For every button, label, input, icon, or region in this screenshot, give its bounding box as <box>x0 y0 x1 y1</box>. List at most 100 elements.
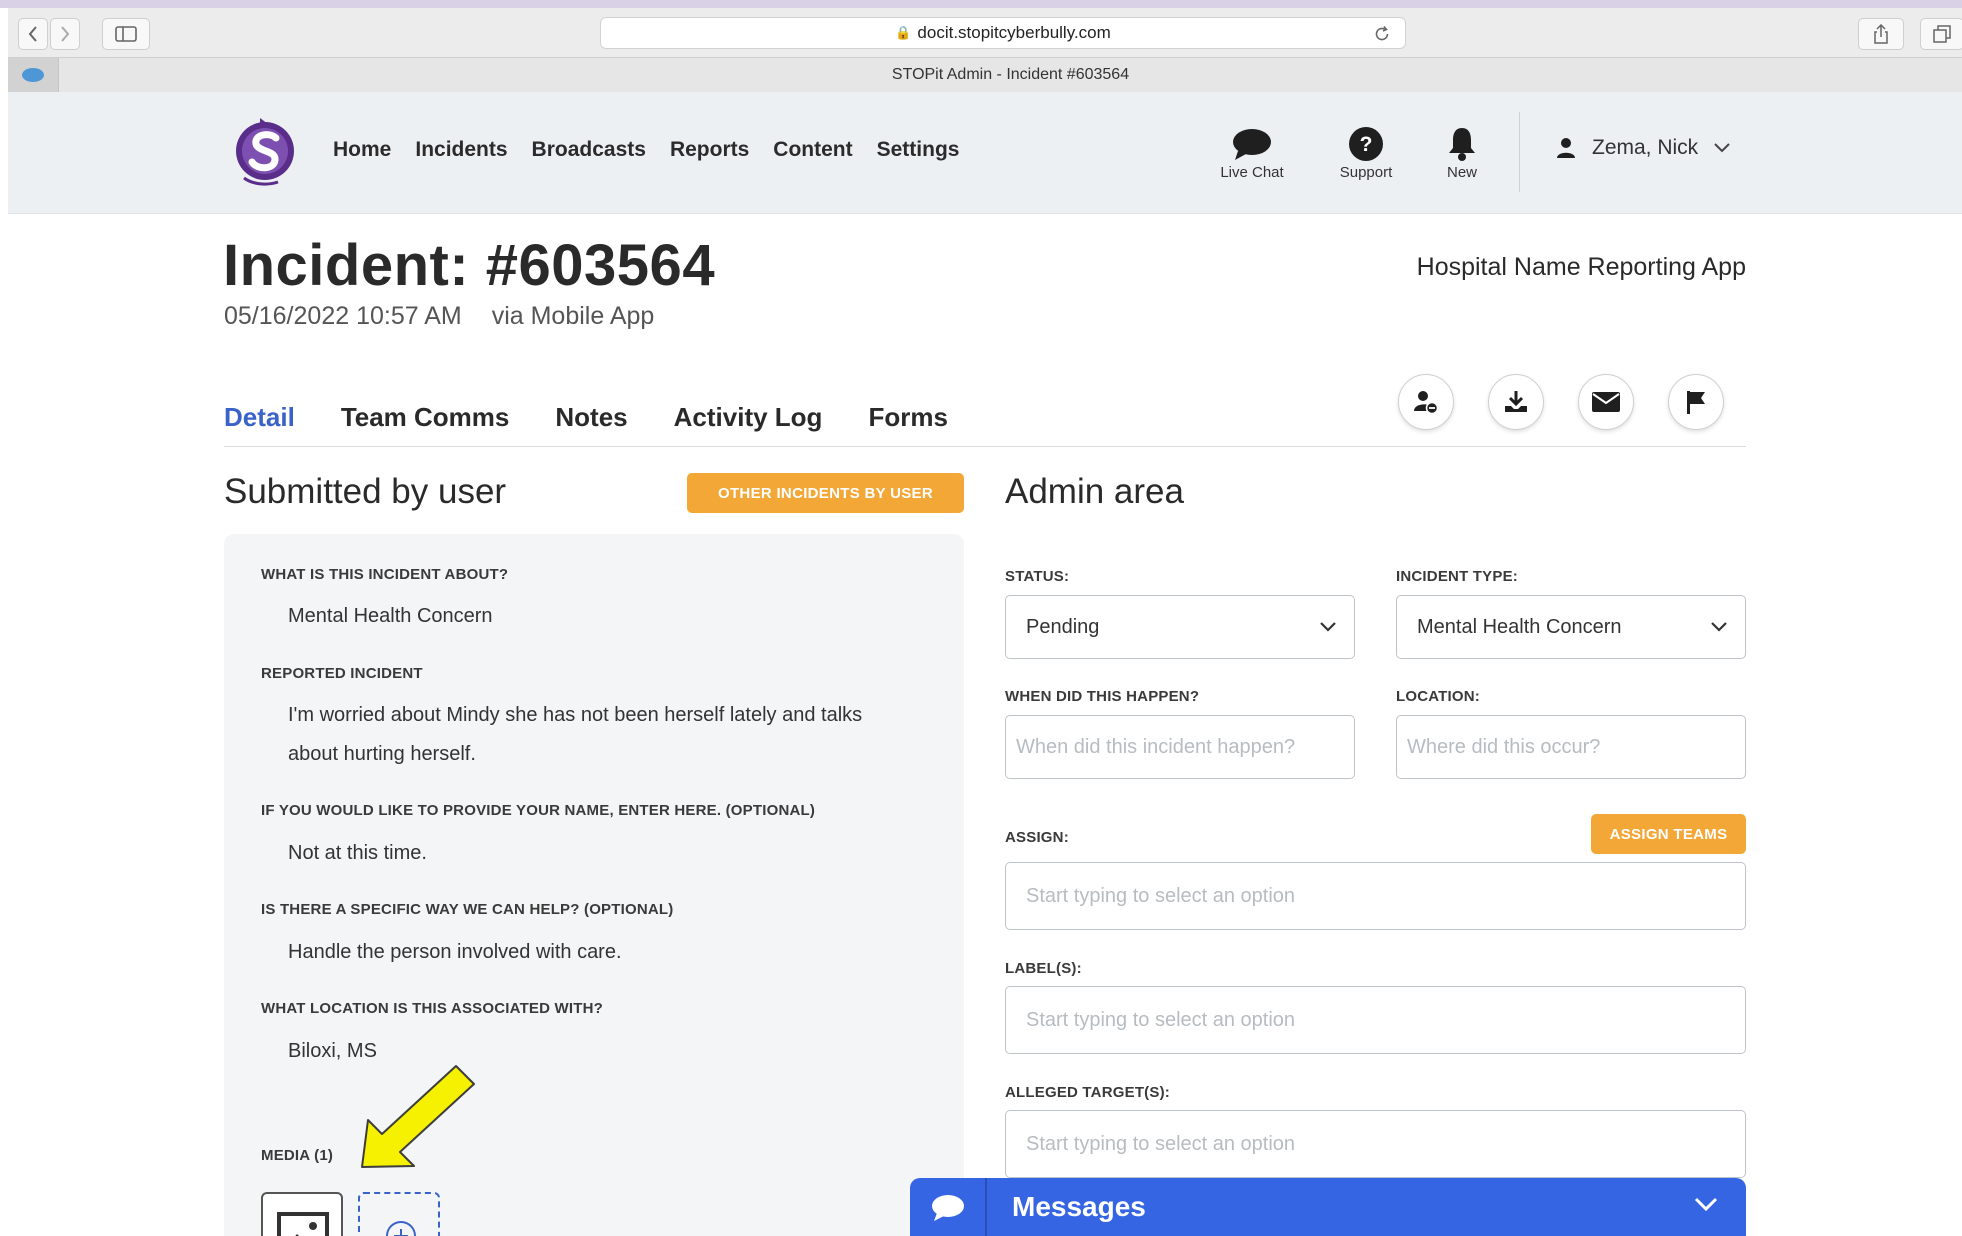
tabs-icon <box>1933 25 1951 43</box>
incident-type-label: INCIDENT TYPE: <box>1396 568 1518 585</box>
bell-icon <box>1449 128 1475 161</box>
assign-input[interactable]: Start typing to select an option <box>1005 862 1746 930</box>
alleged-targets-input[interactable]: Start typing to select an option <box>1005 1110 1746 1178</box>
tab-team-comms[interactable]: Team Comms <box>341 402 510 433</box>
chat-bubble-icon <box>1233 129 1271 160</box>
forward-button[interactable] <box>50 18 80 50</box>
tabs-divider <box>224 446 1746 447</box>
admin-section-title: Admin area <box>1005 472 1184 511</box>
nav-content[interactable]: Content <box>773 138 852 162</box>
main-nav: Home Incidents Broadcasts Reports Conten… <box>333 138 959 162</box>
alleged-targets-placeholder: Start typing to select an option <box>1026 1132 1296 1155</box>
tab-detail[interactable]: Detail <box>224 402 295 433</box>
chat-bubble-icon <box>931 1195 964 1221</box>
question-label: WHAT LOCATION IS THIS ASSOCIATED WITH? <box>261 1000 604 1017</box>
tabs-overview-button[interactable] <box>1920 18 1962 50</box>
chevron-right-icon <box>61 26 70 42</box>
browser-tab-active[interactable]: STOPit Admin - Incident #603564 <box>58 58 1962 92</box>
assign-teams-button[interactable]: ASSIGN TEAMS <box>1591 814 1746 854</box>
location-label: LOCATION: <box>1396 688 1481 705</box>
incident-source: via Mobile App <box>491 302 655 330</box>
new-label: New <box>1446 164 1477 181</box>
nav-reports[interactable]: Reports <box>670 138 749 162</box>
add-media-button[interactable] <box>358 1192 440 1236</box>
stopit-logo-icon[interactable] <box>230 112 300 188</box>
labels-placeholder: Start typing to select an option <box>1026 1008 1296 1031</box>
question-icon: ? <box>1349 127 1383 161</box>
flag-button[interactable] <box>1668 374 1724 430</box>
browser-tab-bar: STOPit Admin - Incident #603564 <box>8 58 1962 92</box>
live-chat-button[interactable]: Live Chat <box>1197 124 1307 181</box>
live-chat-label: Live Chat <box>1220 164 1284 181</box>
chevron-down-icon <box>1711 622 1727 632</box>
user-menu[interactable]: Zema, Nick <box>1556 136 1730 160</box>
annotation-arrow-icon <box>361 1065 475 1168</box>
status-select[interactable]: Pending <box>1005 595 1355 659</box>
status-label: STATUS: <box>1005 568 1070 585</box>
chevron-down-icon[interactable] <box>1694 1196 1718 1212</box>
nav-home[interactable]: Home <box>333 138 391 162</box>
tab-forms[interactable]: Forms <box>868 402 947 433</box>
location-input[interactable]: Where did this occur? <box>1396 715 1746 779</box>
app-header: Home Incidents Broadcasts Reports Conten… <box>8 92 1962 214</box>
support-label: Support <box>1339 164 1393 181</box>
flag-icon <box>1687 391 1705 414</box>
chevron-down-icon <box>1320 622 1336 632</box>
share-button[interactable] <box>1858 18 1904 50</box>
assign-user-button[interactable] <box>1398 374 1454 430</box>
incident-tabs: Detail Team Comms Notes Activity Log For… <box>224 402 948 433</box>
answer-text: Handle the person involved with care. <box>288 941 622 963</box>
nav-incidents[interactable]: Incidents <box>415 138 507 162</box>
header-separator <box>1519 112 1520 192</box>
email-button[interactable] <box>1578 374 1634 430</box>
incident-datetime: 05/16/2022 10:57 AM <box>224 302 462 330</box>
question-label: IF YOU WOULD LIKE TO PROVIDE YOUR NAME, … <box>261 802 816 819</box>
when-label: WHEN DID THIS HAPPEN? <box>1005 688 1200 705</box>
alleged-targets-label: ALLEGED TARGET(S): <box>1005 1084 1170 1101</box>
chevron-down-icon <box>1714 143 1730 153</box>
answer-text: Mental Health Concern <box>288 605 493 627</box>
chevron-left-icon <box>28 26 37 42</box>
incident-type-select[interactable]: Mental Health Concern <box>1396 595 1746 659</box>
sidebar-toggle-button[interactable] <box>102 18 150 50</box>
reload-icon[interactable] <box>1373 25 1391 43</box>
messages-bar[interactable]: Messages <box>910 1178 1746 1236</box>
question-label: REPORTED INCIDENT <box>261 665 423 682</box>
when-placeholder: When did this incident happen? <box>1016 735 1296 758</box>
lock-icon: 🔒 <box>895 25 912 40</box>
url-bar[interactable]: 🔒 docit.stopitcyberbully.com <box>600 17 1406 49</box>
page-title: Incident: #603564 <box>223 233 716 298</box>
svg-text:?: ? <box>1360 133 1373 156</box>
pinned-site-icon <box>22 68 44 82</box>
browser-toolbar: 🔒 docit.stopitcyberbully.com <box>8 8 1962 58</box>
when-input[interactable]: When did this incident happen? <box>1005 715 1355 779</box>
media-thumbnail[interactable] <box>261 1192 343 1236</box>
image-icon <box>277 1212 329 1236</box>
answer-text: I'm worried about Mindy she has not been… <box>288 704 863 765</box>
nav-broadcasts[interactable]: Broadcasts <box>532 138 646 162</box>
location-placeholder: Where did this occur? <box>1407 735 1601 758</box>
incident-meta: 05/16/2022 10:57 AM via Mobile App <box>224 302 654 331</box>
assign-placeholder: Start typing to select an option <box>1026 884 1296 907</box>
download-icon <box>1505 391 1527 412</box>
status-value: Pending <box>1026 615 1100 638</box>
answer-text: Not at this time. <box>288 842 427 864</box>
assign-label: ASSIGN: <box>1005 829 1069 846</box>
organization-name: Hospital Name Reporting App <box>1416 253 1746 281</box>
new-notifications-button[interactable]: New <box>1407 124 1517 181</box>
window-top-strip <box>0 0 1962 8</box>
labels-input[interactable]: Start typing to select an option <box>1005 986 1746 1054</box>
url-text: docit.stopitcyberbully.com <box>917 23 1111 42</box>
back-button[interactable] <box>18 18 48 50</box>
tab-title: STOPit Admin - Incident #603564 <box>891 66 1130 83</box>
download-button[interactable] <box>1488 374 1544 430</box>
user-icon <box>1557 138 1575 158</box>
pinned-tab[interactable] <box>8 58 58 92</box>
support-button[interactable]: ? Support <box>1311 124 1421 181</box>
tab-notes[interactable]: Notes <box>555 402 627 433</box>
nav-settings[interactable]: Settings <box>877 138 960 162</box>
email-icon <box>1592 392 1620 412</box>
other-incidents-button[interactable]: OTHER INCIDENTS BY USER <box>687 473 964 513</box>
messages-icon-box <box>910 1178 987 1236</box>
tab-activity-log[interactable]: Activity Log <box>674 402 823 433</box>
